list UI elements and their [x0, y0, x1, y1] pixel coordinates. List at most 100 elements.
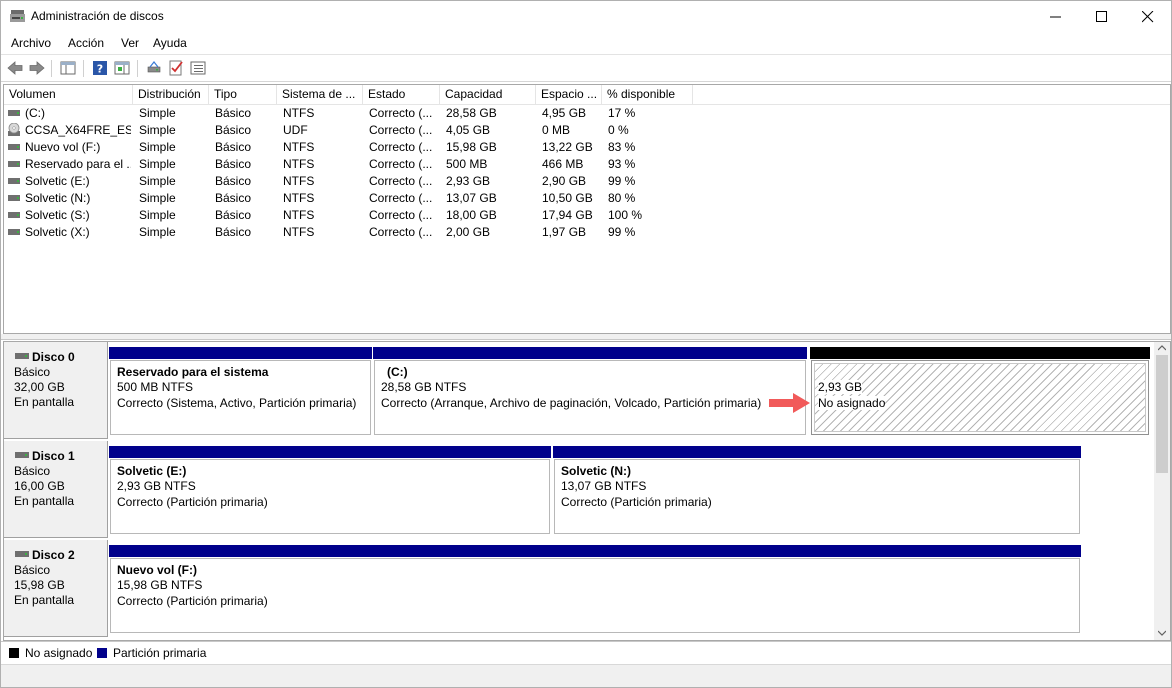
- volume-capacity: 13,07 GB: [446, 191, 497, 205]
- volume-type: Básico: [215, 208, 252, 222]
- partition[interactable]: Solvetic (N:) 13,07 GB NTFS Correcto (Pa…: [553, 446, 1081, 534]
- unallocated-space[interactable]: 2,93 GB No asignado: [810, 347, 1150, 435]
- disk-type: Básico: [14, 464, 51, 478]
- scrollbar-thumb[interactable]: [1156, 355, 1168, 473]
- volume-layout: Simple: [139, 106, 176, 120]
- show-hide-console-tree-icon[interactable]: [59, 59, 77, 77]
- unallocated-type-bar: [810, 347, 1150, 359]
- column-header-espacio-disponible[interactable]: Espacio ...: [536, 85, 602, 104]
- volume-name: Reservado para el ...: [25, 157, 131, 171]
- disk-row: Disco 1 Básico 16,00 GB En pantalla Solv…: [4, 441, 1154, 538]
- volume-free-space: 17,94 GB: [542, 208, 593, 222]
- cd-rom-icon: [8, 123, 20, 136]
- volume-type: Básico: [215, 123, 252, 137]
- volume-type: Básico: [215, 157, 252, 171]
- volume-filesystem: NTFS: [283, 225, 315, 239]
- disk-icon: [15, 353, 29, 359]
- scroll-up-icon[interactable]: [1158, 345, 1166, 351]
- volume-layout: Simple: [139, 174, 176, 188]
- disk-status: En pantalla: [14, 395, 75, 409]
- menu-archivo[interactable]: Archivo: [11, 36, 51, 50]
- column-header-distribucion[interactable]: Distribución: [133, 85, 209, 104]
- volume-free-percent: 83 %: [608, 140, 636, 154]
- volume-row[interactable]: Reservado para el ... Simple Básico NTFS…: [4, 156, 704, 173]
- volume-row[interactable]: CCSA_X64FRE_ES-... Simple Básico UDF Cor…: [4, 122, 704, 139]
- column-header-estado[interactable]: Estado: [363, 85, 440, 104]
- partition-size: 15,98 GB NTFS: [117, 578, 203, 592]
- legend-unallocated-swatch: [9, 648, 19, 658]
- partition-body: Solvetic (E:) 2,93 GB NTFS Correcto (Par…: [110, 459, 550, 534]
- list-view-icon[interactable]: [189, 59, 207, 77]
- disk-row: Disco 0 Básico 32,00 GB En pantalla Rese…: [4, 342, 1154, 439]
- partition-status: No asignado: [818, 396, 886, 410]
- volume-row[interactable]: (C:) Simple Básico NTFS Correcto (... 28…: [4, 105, 704, 122]
- properties-check-icon[interactable]: [167, 59, 185, 77]
- menu-ayuda[interactable]: Ayuda: [153, 36, 187, 50]
- disk-status: En pantalla: [14, 593, 75, 607]
- disk-type: Básico: [14, 365, 51, 379]
- toolbar-separator: [51, 60, 52, 77]
- disk-info-panel[interactable]: Disco 2 Básico 15,98 GB En pantalla: [4, 540, 108, 637]
- red-arrow-icon: [769, 393, 810, 413]
- partition-type-bar: [109, 545, 1081, 557]
- volume-row[interactable]: Solvetic (S:) Simple Básico NTFS Correct…: [4, 207, 704, 224]
- partition-type-bar: [109, 446, 551, 458]
- volume-free-space: 466 MB: [542, 157, 584, 171]
- partition[interactable]: Nuevo vol (F:) 15,98 GB NTFS Correcto (P…: [109, 545, 1081, 633]
- show-action-pane-icon[interactable]: [113, 59, 131, 77]
- menu-ver[interactable]: Ver: [121, 36, 139, 50]
- volume-status: Correcto (...: [369, 225, 433, 239]
- close-button[interactable]: [1125, 1, 1171, 32]
- column-header-volumen[interactable]: Volumen: [4, 85, 133, 104]
- column-header-sistema-archivos[interactable]: Sistema de ...: [277, 85, 363, 104]
- partition[interactable]: Solvetic (E:) 2,93 GB NTFS Correcto (Par…: [109, 446, 551, 534]
- disk-size: 15,98 GB: [14, 578, 65, 592]
- toolbar-separator: [137, 60, 138, 77]
- legend: No asignado Partición primaria: [1, 641, 1171, 664]
- volume-capacity: 18,00 GB: [446, 208, 497, 222]
- disk-row: Disco 2 Básico 15,98 GB En pantalla Nuev…: [4, 540, 1154, 637]
- maximize-button[interactable]: [1079, 1, 1125, 32]
- volume-status: Correcto (...: [369, 157, 433, 171]
- help-icon[interactable]: ?: [91, 59, 109, 77]
- disk-size: 32,00 GB: [14, 380, 65, 394]
- drive-icon: [8, 110, 20, 116]
- volume-layout: Simple: [139, 123, 176, 137]
- forward-arrow-icon[interactable]: [28, 59, 46, 77]
- volume-free-percent: 93 %: [608, 157, 636, 171]
- volume-type: Básico: [215, 106, 252, 120]
- column-header-porcentaje-disponible[interactable]: % disponible: [602, 85, 693, 104]
- partition-status: Correcto (Partición primaria): [117, 495, 268, 509]
- volume-filesystem: NTFS: [283, 157, 315, 171]
- vertical-scrollbar[interactable]: [1154, 342, 1170, 640]
- volume-row[interactable]: Solvetic (N:) Simple Básico NTFS Correct…: [4, 190, 704, 207]
- maximize-icon: [1096, 11, 1107, 22]
- column-header-capacidad[interactable]: Capacidad: [440, 85, 536, 104]
- scroll-down-icon[interactable]: [1158, 630, 1166, 636]
- volume-row[interactable]: Nuevo vol (F:) Simple Básico NTFS Correc…: [4, 139, 704, 156]
- volume-filesystem: NTFS: [283, 140, 315, 154]
- volume-capacity: 4,05 GB: [446, 123, 491, 137]
- pane-splitter[interactable]: [1, 334, 1171, 340]
- drive-icon: [8, 195, 20, 201]
- volume-name: Solvetic (N:): [25, 191, 91, 205]
- toolbar-separator: [83, 60, 84, 77]
- legend-unallocated-label: No asignado: [25, 646, 93, 660]
- volume-free-space: 1,97 GB: [542, 225, 587, 239]
- disk-info-panel[interactable]: Disco 0 Básico 32,00 GB En pantalla: [4, 342, 108, 439]
- volume-row[interactable]: Solvetic (X:) Simple Básico NTFS Correct…: [4, 224, 704, 241]
- volume-capacity: 28,58 GB: [446, 106, 497, 120]
- partition-title: Solvetic (N:): [561, 464, 632, 478]
- partition-type-bar: [109, 347, 372, 359]
- partition[interactable]: (C:) 28,58 GB NTFS Correcto (Arranque, A…: [373, 347, 807, 435]
- column-header-tipo[interactable]: Tipo: [209, 85, 277, 104]
- back-arrow-icon[interactable]: [6, 59, 24, 77]
- partition[interactable]: Reservado para el sistema 500 MB NTFS Co…: [109, 347, 372, 435]
- connect-disk-icon[interactable]: [145, 59, 163, 77]
- disk-info-panel[interactable]: Disco 1 Básico 16,00 GB En pantalla: [4, 441, 108, 538]
- volume-name: (C:): [25, 106, 45, 120]
- volume-name: CCSA_X64FRE_ES-...: [25, 123, 131, 137]
- volume-row[interactable]: Solvetic (E:) Simple Básico NTFS Correct…: [4, 173, 704, 190]
- minimize-button[interactable]: [1033, 1, 1079, 32]
- menu-accion[interactable]: Acción: [68, 36, 104, 50]
